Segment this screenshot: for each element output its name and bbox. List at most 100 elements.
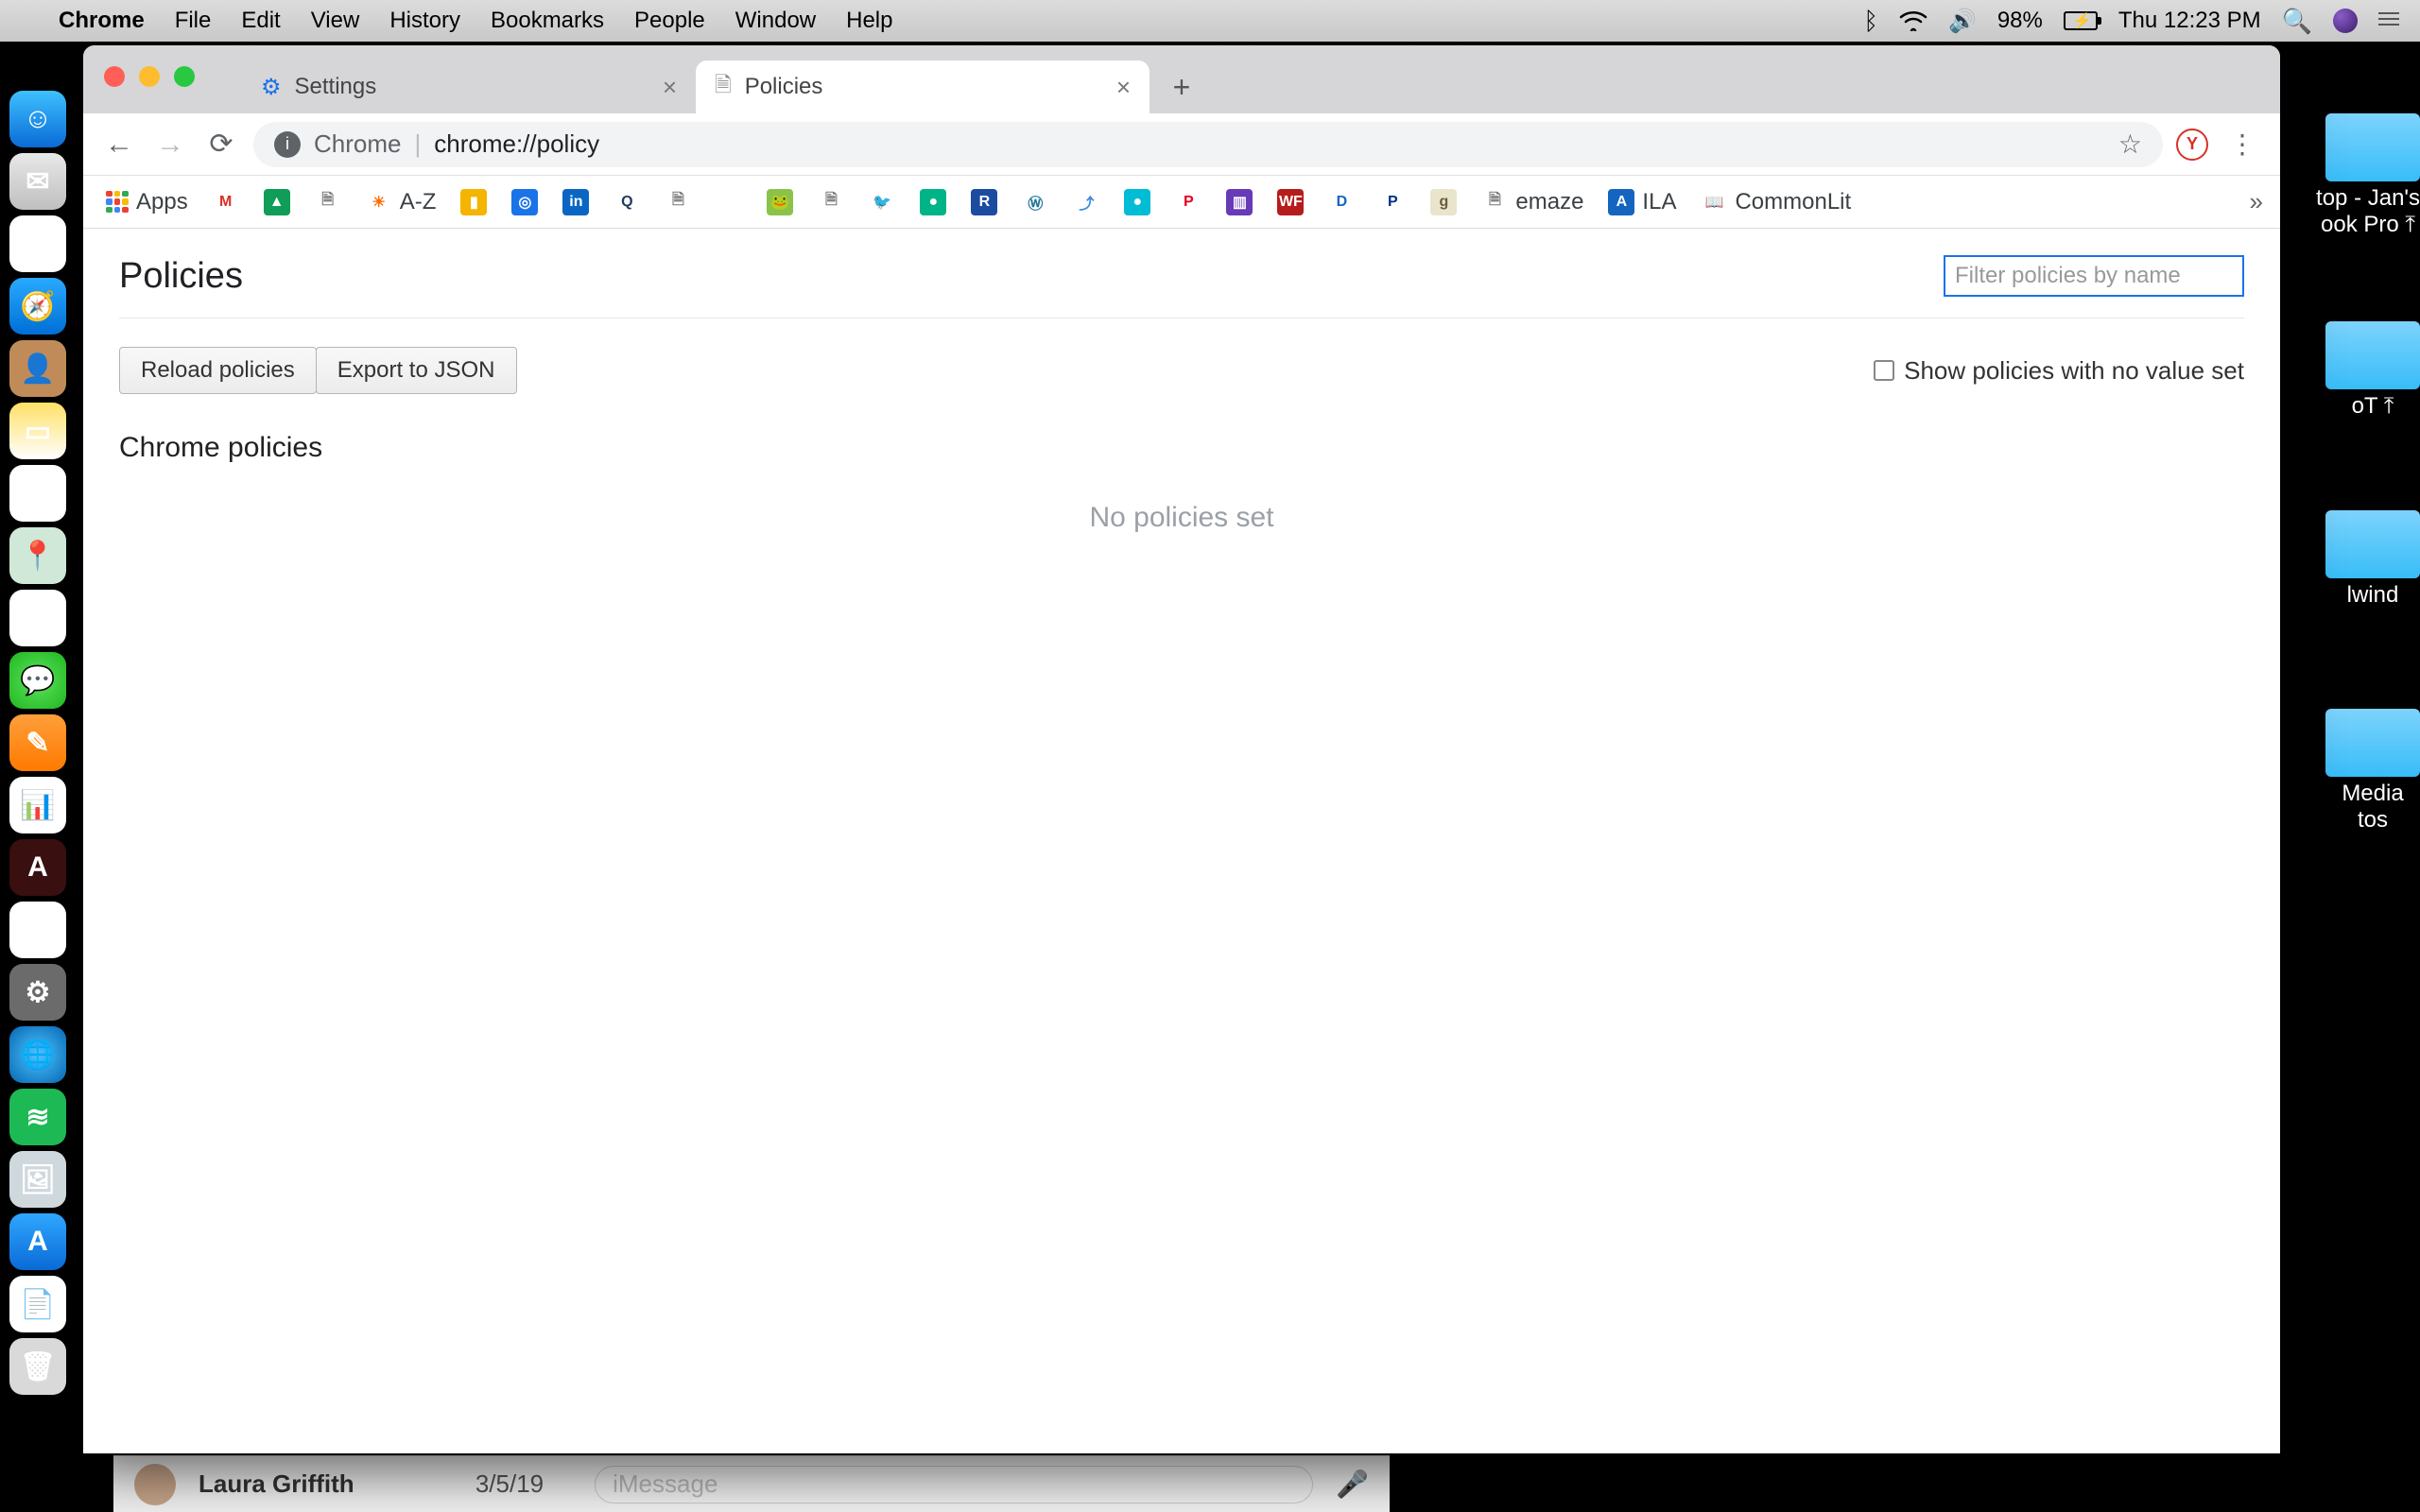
- notification-center-icon[interactable]: [2378, 12, 2399, 29]
- forward-button[interactable]: →: [151, 126, 189, 163]
- new-tab-button[interactable]: +: [1163, 68, 1201, 106]
- close-tab-icon[interactable]: ×: [1116, 73, 1131, 102]
- dock-finder[interactable]: ☺: [9, 91, 66, 147]
- dock-preview[interactable]: 🖼: [9, 1151, 66, 1208]
- contact-name[interactable]: Laura Griffith: [199, 1469, 354, 1499]
- dock-itunes[interactable]: ♪: [9, 902, 66, 958]
- bookmark-green1[interactable]: ●: [914, 185, 952, 219]
- bookmark-goodreads[interactable]: g: [1425, 185, 1462, 219]
- bookmark-drive[interactable]: ▲: [258, 185, 296, 219]
- zoom-window-button[interactable]: [174, 66, 195, 87]
- desktop-folder-2[interactable]: oT ⤒: [2325, 321, 2420, 420]
- desktop-folder-3[interactable]: lwind: [2325, 510, 2420, 609]
- desktop-folder-1[interactable]: top - Jan's ook Pro ⤒: [2316, 113, 2420, 238]
- apps-shortcut[interactable]: Apps: [100, 185, 194, 219]
- bookmark-twitter[interactable]: 🐦: [863, 185, 901, 219]
- dock-chrome[interactable]: ◉: [9, 215, 66, 272]
- show-empty-policies-checkbox[interactable]: Show policies with no value set: [1874, 356, 2244, 386]
- wifi-icon[interactable]: [1899, 10, 1927, 31]
- contact-avatar[interactable]: [134, 1464, 176, 1505]
- dock-maps[interactable]: 📍: [9, 527, 66, 584]
- menu-file[interactable]: File: [175, 8, 212, 34]
- bookmark-emaze[interactable]: 🗎emaze: [1476, 185, 1589, 219]
- dock-trash[interactable]: 🗑: [9, 1338, 66, 1395]
- menu-help[interactable]: Help: [846, 8, 892, 34]
- bookmark-doc2[interactable]: 🗎: [659, 185, 697, 219]
- dock-safari[interactable]: 🧭: [9, 278, 66, 335]
- dock-appstore[interactable]: A: [9, 1213, 66, 1270]
- menubar-clock[interactable]: Thu 12:23 PM: [2118, 8, 2261, 34]
- dock-doc[interactable]: 📄: [9, 1276, 66, 1332]
- reload-button[interactable]: ⟳: [202, 126, 240, 163]
- tab-settings[interactable]: ⚙ Settings ×: [242, 60, 696, 113]
- close-window-button[interactable]: [104, 66, 125, 87]
- bookmark-feather[interactable]: ⤴: [1067, 185, 1105, 219]
- menu-people[interactable]: People: [634, 8, 705, 34]
- bookmark-wordpress[interactable]: Ⓦ: [1016, 185, 1054, 219]
- menu-window[interactable]: Window: [735, 8, 816, 34]
- tab-strip: ⚙ Settings × 🗎 Policies × +: [83, 45, 2280, 113]
- bookmark-r[interactable]: R: [965, 185, 1003, 219]
- dock-mail[interactable]: ✉: [9, 153, 66, 210]
- filter-policies-input[interactable]: Filter policies by name: [1944, 255, 2244, 297]
- bookmark-pinterest[interactable]: P: [1169, 185, 1207, 219]
- dock-spotify[interactable]: ≋: [9, 1089, 66, 1145]
- dock-reminders[interactable]: ☰: [9, 465, 66, 522]
- chrome-menu-button[interactable]: ⋮: [2221, 129, 2263, 160]
- dock-numbers[interactable]: 📊: [9, 777, 66, 833]
- close-tab-icon[interactable]: ×: [663, 73, 677, 102]
- tab-label: Settings: [295, 74, 377, 100]
- checkbox-icon: [1874, 360, 1894, 381]
- messages-window-fragment: Laura Griffith 3/5/19 iMessage 🎤: [113, 1455, 1390, 1512]
- bookmark-chart[interactable]: ▮: [455, 185, 493, 219]
- dock-systemprefs[interactable]: ⚙: [9, 964, 66, 1021]
- bookmark-frog[interactable]: 🐸: [761, 185, 799, 219]
- reload-policies-button[interactable]: Reload policies: [119, 347, 317, 394]
- microphone-icon[interactable]: 🎤: [1336, 1469, 1369, 1500]
- export-json-button[interactable]: Export to JSON: [316, 347, 517, 394]
- dock-globeapp[interactable]: 🌐: [9, 1026, 66, 1083]
- volume-icon[interactable]: 🔊: [1948, 8, 1977, 35]
- minimize-window-button[interactable]: [139, 66, 160, 87]
- bookmark-doc3[interactable]: 🗎: [812, 185, 850, 219]
- bookmark-teal[interactable]: ●: [1118, 185, 1156, 219]
- extension-badge-icon[interactable]: Y: [2176, 129, 2208, 161]
- menu-bookmarks[interactable]: Bookmarks: [491, 8, 604, 34]
- dock-notes[interactable]: ▭: [9, 403, 66, 459]
- chrome-policies-heading: Chrome policies: [119, 432, 2244, 464]
- dock-acrobat[interactable]: A: [9, 839, 66, 896]
- bookmarks-overflow-button[interactable]: »: [2250, 187, 2263, 216]
- menu-history[interactable]: History: [389, 8, 460, 34]
- dock-messages[interactable]: 💬: [9, 652, 66, 709]
- menu-view[interactable]: View: [311, 8, 360, 34]
- dock-photos[interactable]: ✿: [9, 590, 66, 646]
- battery-icon[interactable]: ⚡: [2064, 11, 2098, 30]
- bookmark-commonlit[interactable]: 📖CommonLit: [1695, 185, 1857, 219]
- bluetooth-icon[interactable]: ᛒ: [1863, 7, 1878, 36]
- bookmark-a-z[interactable]: ☀A-Z: [360, 185, 442, 219]
- bookmark-doc1[interactable]: 🗎: [309, 185, 347, 219]
- tab-policies[interactable]: 🗎 Policies ×: [696, 60, 1150, 113]
- bookmark-gmail[interactable]: M: [207, 185, 245, 219]
- bookmark-d[interactable]: D: [1322, 185, 1360, 219]
- bookmark-star-icon[interactable]: ☆: [2118, 129, 2142, 160]
- bookmark-ila[interactable]: AILA: [1602, 185, 1682, 219]
- app-name[interactable]: Chrome: [59, 8, 145, 34]
- dock-pages[interactable]: ✎: [9, 714, 66, 771]
- menu-edit[interactable]: Edit: [241, 8, 280, 34]
- bookmark-q[interactable]: Q: [608, 185, 646, 219]
- bookmark-blue1[interactable]: ◎: [506, 185, 544, 219]
- site-info-icon[interactable]: i: [274, 131, 301, 158]
- back-button[interactable]: ←: [100, 126, 138, 163]
- spotlight-icon[interactable]: 🔍: [2282, 7, 2312, 36]
- desktop-folder-4[interactable]: Media tos: [2325, 709, 2420, 833]
- message-input[interactable]: iMessage: [595, 1466, 1313, 1503]
- bookmark-wf[interactable]: WF: [1271, 185, 1309, 219]
- address-bar[interactable]: i Chrome | chrome://policy ☆: [253, 122, 2163, 167]
- bookmark-paypal[interactable]: P: [1374, 185, 1411, 219]
- bookmark-check[interactable]: ✔: [710, 185, 748, 219]
- user-avatar-icon[interactable]: [2333, 9, 2358, 33]
- dock-contacts[interactable]: 👤: [9, 340, 66, 397]
- bookmark-purple[interactable]: ▥: [1220, 185, 1258, 219]
- bookmark-linkedin[interactable]: in: [557, 185, 595, 219]
